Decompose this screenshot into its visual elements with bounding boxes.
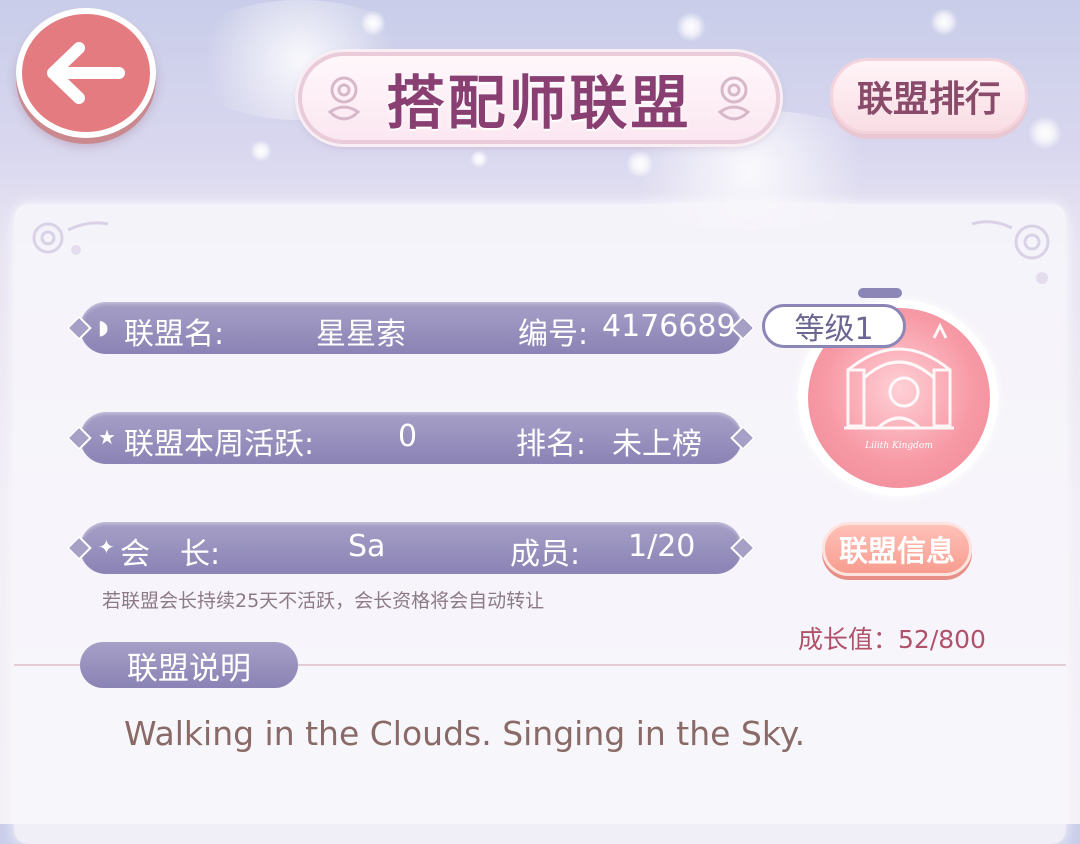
emblem-text: Lilith Kingdom [864, 441, 933, 451]
alliance-id-label: 编号: [518, 317, 589, 352]
corner-rose-icon [971, 220, 1050, 284]
corner-rose-icon [32, 221, 109, 255]
rose-ornament-icon [717, 76, 751, 121]
alliance-activity-row: ★ 联盟本周活跃: 0 排名: 未上榜 [66, 412, 756, 464]
leader-transfer-notice: 若联盟会长持续25天不活跃，会长资格将会自动转让 [102, 590, 545, 612]
alliance-description-text: Walking in the Clouds. Singing in the Sk… [124, 714, 806, 753]
rank-label: 排名: [516, 427, 587, 462]
rank-value: 未上榜 [612, 427, 702, 462]
page-title: 搭配师联盟 [386, 69, 692, 137]
growth-label: 成长值： [798, 625, 899, 654]
title-plaque: 搭配师联盟 [298, 52, 780, 144]
rose-ornament-icon [327, 76, 361, 121]
sparkle [250, 140, 272, 162]
alliance-info-button[interactable]: 联盟信息 [822, 522, 972, 576]
weekly-activity-value: 0 [398, 419, 418, 454]
alliance-name-value: 星星索 [316, 317, 406, 352]
sparkle [470, 150, 488, 168]
members-label: 成员: [510, 537, 581, 572]
sparkle-icon: ✦ [98, 535, 115, 559]
level-badge-tail [858, 288, 902, 298]
sparkle [930, 8, 958, 36]
alliance-id-value: 4176689 [602, 309, 736, 344]
level-value: 等级1 [794, 312, 874, 347]
alliance-info-label: 联盟信息 [838, 534, 955, 568]
alliance-name-label: 联盟名: [124, 317, 225, 352]
growth-value-text: 成长值：52/800 [798, 620, 986, 656]
members-value: 1/20 [628, 529, 696, 564]
leader-value: Sa [348, 529, 386, 564]
sparkle [1028, 116, 1062, 150]
alliance-description-label: 联盟说明 [127, 650, 251, 687]
alliance-ranking-button[interactable]: 联盟排行 [830, 58, 1028, 134]
book-icon: ◗ [98, 315, 109, 339]
leader-label: 会 长: [120, 537, 221, 572]
arrow-left-icon [47, 42, 125, 104]
sparkle [626, 150, 654, 178]
alliance-name-row: ◗ 联盟名: 星星索 编号: 4176689 [66, 302, 756, 354]
sparkle [676, 12, 706, 42]
alliance-ranking-label: 联盟排行 [856, 79, 1001, 120]
back-button[interactable] [16, 8, 156, 138]
weekly-activity-label: 联盟本周活跃: [124, 427, 315, 462]
growth-value: 52/800 [898, 625, 986, 654]
star-icon: ★ [98, 425, 116, 449]
level-badge: 等级1 [762, 304, 906, 348]
alliance-leader-row: ✦ 会 长: Sa 成员: 1/20 [66, 522, 756, 574]
alliance-description-tab: 联盟说明 [80, 642, 298, 688]
sparkle [360, 10, 386, 36]
